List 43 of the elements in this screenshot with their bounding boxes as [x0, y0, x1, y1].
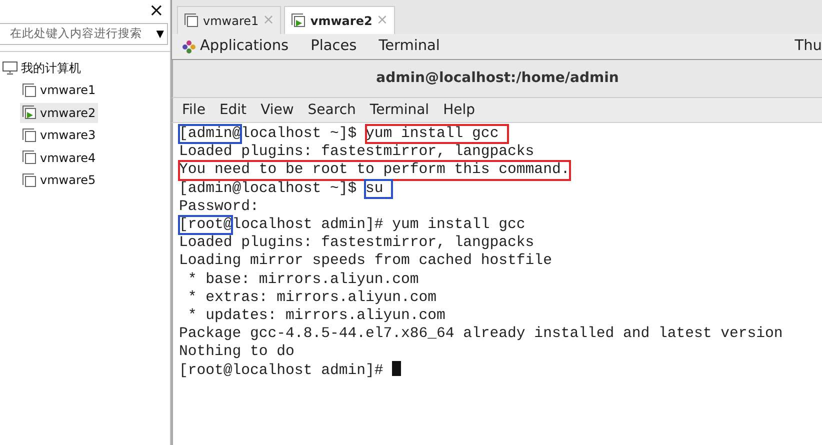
terminal-text: * extras: mirrors.aliyun.com	[186, 288, 437, 307]
terminal-text: [root@localhost admin]#	[179, 362, 384, 381]
tab[interactable]: vmware2 ×	[284, 6, 396, 34]
terminal-text: * updates: mirrors.aliyun.com	[186, 306, 446, 326]
menu-item[interactable]: View	[260, 100, 294, 120]
annotated-text: [admin@	[179, 125, 242, 144]
tab[interactable]: vmware1 ×	[177, 6, 282, 34]
close-button[interactable]: ×	[142, 0, 170, 20]
menu-item[interactable]: Terminal	[378, 36, 440, 58]
terminal-text: [admin@localhost ~]$	[179, 180, 358, 198]
terminal-text: Loaded plugins: fastestmirror, langpacks	[179, 234, 534, 252]
tree-item[interactable]: vmware5	[20, 170, 98, 190]
window-title: admin@localhost:/home/admin	[376, 69, 619, 88]
cursor	[392, 361, 402, 376]
terminal-text: Password:	[179, 198, 259, 216]
flower-logo-icon	[182, 40, 196, 54]
annotated-text: su	[365, 180, 392, 198]
tree-item[interactable]: 我的计算机	[0, 58, 83, 78]
tree-item[interactable]: vmware4	[20, 148, 98, 168]
clock-text: Thu	[794, 36, 822, 56]
tree-item[interactable]: vmware3	[20, 125, 98, 145]
terminal-text: Nothing to do	[179, 343, 294, 362]
dropdown-button[interactable]: ▼	[153, 26, 167, 42]
terminal-text: Loaded plugins: fastestmirror, langpacks	[179, 143, 534, 162]
menu-item[interactable]: File	[182, 100, 206, 120]
terminal-text: * base: mirrors.aliyun.com	[186, 270, 419, 289]
menu-item[interactable]: Edit	[219, 100, 247, 120]
menu-item[interactable]: Terminal	[370, 100, 430, 120]
menu-item[interactable]: Places	[310, 36, 357, 58]
tree-item[interactable]: vmware1	[20, 80, 98, 100]
menu-item[interactable]: Applications	[200, 36, 289, 58]
terminal-text: Loading mirror speeds from cached hostfile	[179, 252, 552, 271]
terminal-text: localhost ~]$	[241, 125, 358, 144]
terminal-text: Package gcc-4.8.5-44.el7.x86_64 already installed and latest version	[179, 325, 783, 344]
menu-item[interactable]: Search	[308, 100, 356, 120]
annotated-text: [root@	[179, 216, 232, 234]
computer-icon	[2, 61, 18, 75]
annotated-text: You need to be root to perform this command.	[179, 161, 570, 180]
search-field[interactable]: 在此处键入内容进行搜索 ▼	[0, 23, 168, 45]
annotated-text: yum install gcc	[366, 125, 508, 144]
menu-item[interactable]: Help	[443, 100, 475, 120]
terminal-text: localhost admin]# yum install gcc	[232, 216, 526, 234]
tree-item[interactable]: vmware2	[20, 102, 98, 122]
